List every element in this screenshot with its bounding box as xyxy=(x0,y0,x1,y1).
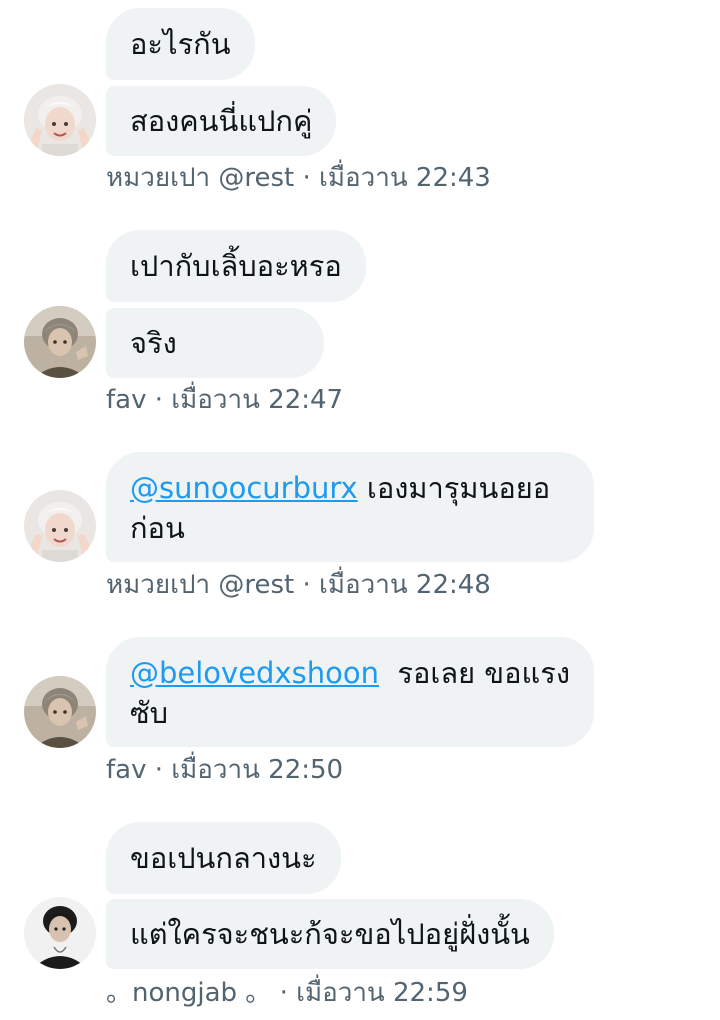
timestamp: เมื่อวาน 22:43 xyxy=(319,163,491,193)
message-bubble[interactable]: อะไรกัน xyxy=(106,8,255,80)
message-meta: หมวยเปา @rest · เมื่อวาน 22:43 xyxy=(106,162,491,194)
timestamp: เมื่อวาน 22:47 xyxy=(171,385,344,415)
avatar-rest-icon xyxy=(24,84,96,156)
avatar-fav-icon xyxy=(24,306,96,378)
avatar[interactable] xyxy=(24,84,96,156)
timestamp: เมื่อวาน 22:59 xyxy=(296,978,468,1008)
meta-separator: · xyxy=(302,163,311,193)
avatar-fav-icon xyxy=(24,676,96,748)
meta-separator: · xyxy=(279,978,288,1008)
avatar[interactable] xyxy=(24,676,96,748)
sender-name: หมวยเปา @rest xyxy=(106,570,295,600)
mention-link[interactable]: @belovedxshoon xyxy=(130,656,379,690)
message-bubble[interactable]: @belovedxshoon รอเลย ขอแรง ซับ xyxy=(106,637,594,747)
message-bubble[interactable]: เปากับเลิ้บอะหรอ xyxy=(106,230,366,302)
message-meta: fav · เมื่อวาน 22:50 xyxy=(106,754,343,786)
meta-separator: · xyxy=(154,755,164,785)
mention-link[interactable]: @sunoocurburx xyxy=(130,471,358,505)
avatar[interactable] xyxy=(24,306,96,378)
avatar-rest-icon xyxy=(24,490,96,562)
message-bubble[interactable]: ขอเปนกลางนะ xyxy=(106,822,341,894)
message-meta: หมวยเปา @rest · เมื่อวาน 22:48 xyxy=(106,569,491,601)
timestamp: เมื่อวาน 22:50 xyxy=(171,755,344,785)
meta-separator: · xyxy=(154,385,164,415)
sender-name: fav xyxy=(106,385,147,415)
sender-name: หมวยเปา @rest xyxy=(106,163,295,193)
message-bubble[interactable]: สองคนนี่แปกคู่ xyxy=(106,86,337,156)
message-meta: 。nongjab 。 · เมื่อวาน 22:59 xyxy=(106,977,468,1009)
message-bubble[interactable]: จริง xyxy=(106,308,324,378)
message-bubble[interactable]: แต่ใครจะชนะก้จะขอไปอยู่ฝั่งนั้น xyxy=(106,899,554,969)
timestamp: เมื่อวาน 22:48 xyxy=(319,570,491,600)
message-meta: fav · เมื่อวาน 22:47 xyxy=(106,384,343,416)
avatar-nongjab-icon xyxy=(24,897,96,969)
sender-name: 。nongjab 。 xyxy=(106,978,272,1008)
meta-separator: · xyxy=(302,570,311,600)
message-bubble[interactable]: @sunoocurburx เองมารุมนอยอ ก่อน xyxy=(106,452,594,562)
sender-name: fav xyxy=(106,755,147,785)
dm-conversation: อะไรกัน สองคนนี่แปกคู่ หมวยเปา @rest · เ… xyxy=(0,0,720,1020)
avatar[interactable] xyxy=(24,490,96,562)
avatar[interactable] xyxy=(24,897,96,969)
